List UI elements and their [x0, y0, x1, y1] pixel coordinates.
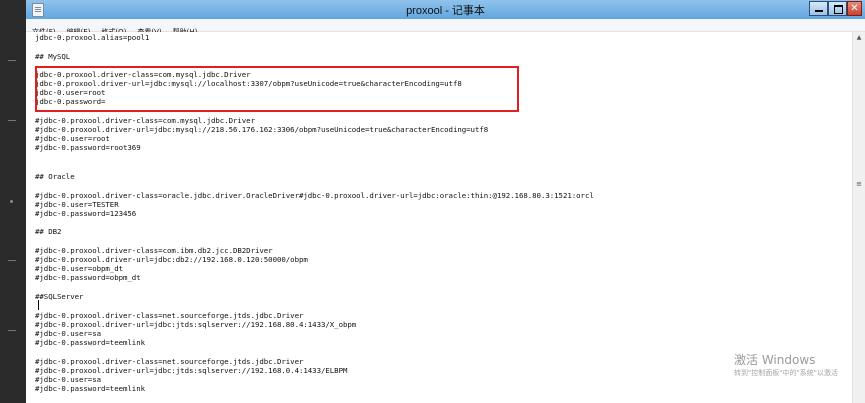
text-line: #jdbc-0.password=obpm_dt	[35, 273, 141, 282]
window-title: proxool - 记事本	[406, 5, 485, 17]
text-line: ## Oracle	[35, 172, 75, 181]
maximize-button[interactable]	[828, 1, 847, 16]
mysql-config-highlight-box	[35, 66, 519, 112]
vertical-scrollbar[interactable]: ▲ ≡	[852, 32, 865, 403]
text-caret	[38, 300, 39, 310]
strip-dot	[10, 200, 13, 203]
text-line: #jdbc-0.password=teemlink	[35, 338, 145, 347]
text-editor-area[interactable]: jdbc-0.proxool.alias=pool1 ## MySQL jdbc…	[32, 32, 853, 403]
text-line: ## MySQL	[35, 52, 71, 61]
strip-marker	[8, 60, 16, 67]
text-line: ##SQLServer	[35, 292, 84, 301]
text-line: ## DB2	[35, 227, 62, 236]
strip-marker	[8, 260, 16, 267]
text-line: #jdbc-0.password=123456	[35, 209, 137, 218]
title-bar[interactable]: proxool - 记事本 ✕	[26, 0, 865, 20]
strip-marker	[8, 120, 16, 127]
activate-windows-subtitle: 转到"控制面板"中的"系统"以激活	[734, 369, 838, 377]
background-window-strip	[0, 0, 26, 403]
text-line: #jdbc-0.password=teemlink	[35, 384, 145, 393]
text-line: #jdbc-0.password=root369	[35, 143, 141, 152]
scroll-grip-icon[interactable]: ≡	[855, 180, 863, 188]
scroll-up-arrow-icon[interactable]: ▲	[855, 34, 863, 41]
text-line: jdbc-0.proxool.alias=pool1	[35, 33, 150, 42]
activate-windows-title: 激活 Windows	[734, 353, 816, 367]
menu-bar: 文件(F)编辑(E)格式(O)查看(V)帮助(H)	[26, 19, 865, 36]
close-button[interactable]: ✕	[847, 1, 862, 16]
strip-marker	[8, 330, 16, 337]
minimize-button[interactable]	[809, 1, 828, 16]
notepad-window: proxool - 记事本 ✕ 文件(F)编辑(E)格式(O)查看(V)帮助(H…	[26, 0, 865, 403]
